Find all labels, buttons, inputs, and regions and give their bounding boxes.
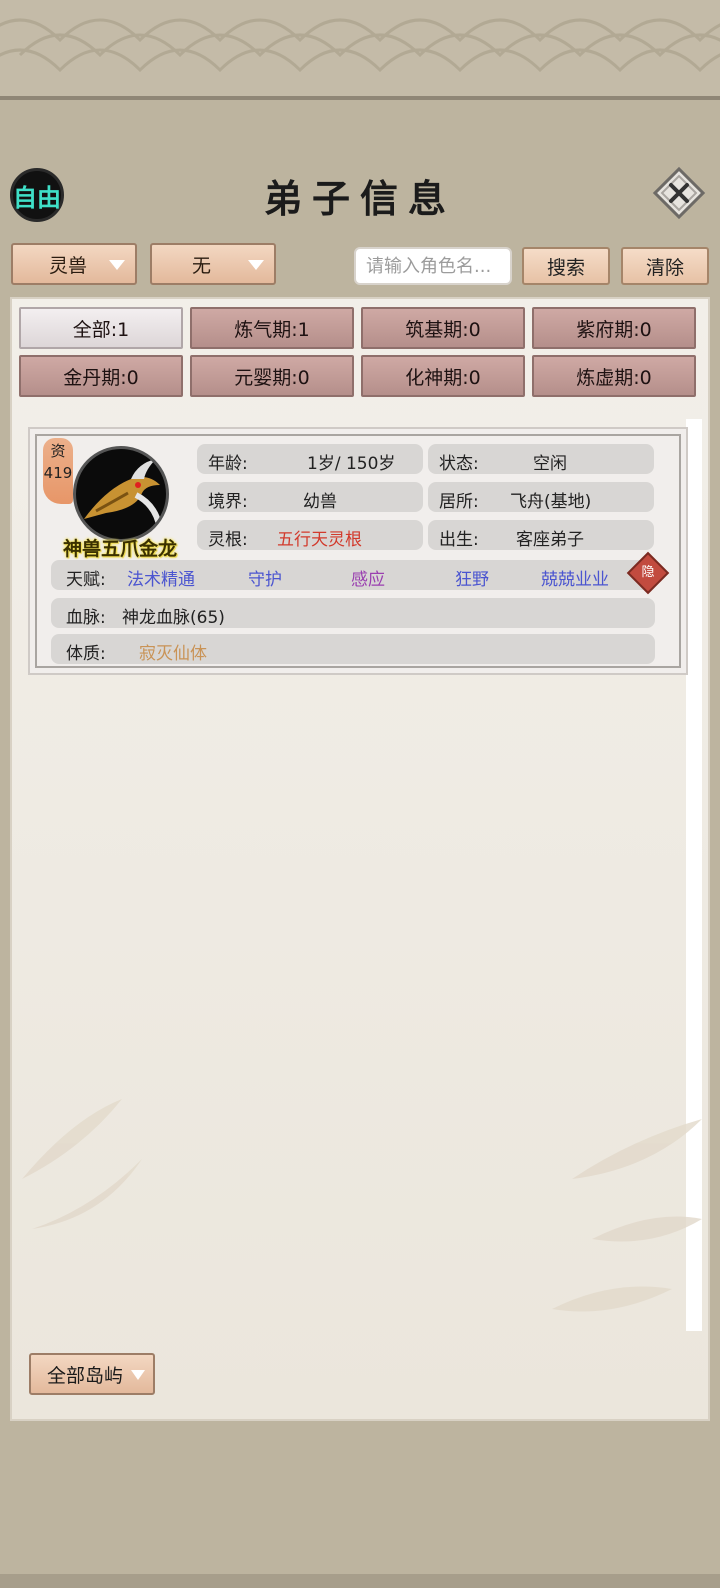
tab-all[interactable]: 全部:1 (19, 307, 183, 349)
close-button[interactable] (650, 164, 708, 222)
talents-field: 天赋: 法术精通 守护 感应 狂野 兢兢业业 (51, 560, 655, 590)
search-button[interactable]: 搜索 (522, 247, 610, 285)
status-label: 状态: (439, 454, 479, 474)
realm-field: 境界: 幼兽 (197, 482, 423, 512)
chevron-down-icon (248, 260, 264, 270)
talent-item[interactable]: 法术精通 (127, 565, 195, 590)
residence-field: 居所: 飞舟(基地) (428, 482, 654, 512)
residence-value: 飞舟(基地) (510, 492, 592, 512)
status-field: 状态: 空闲 (428, 444, 654, 474)
tab-qi-refining[interactable]: 炼气期:1 (190, 307, 354, 349)
close-x-icon (652, 166, 706, 220)
age-label: 年龄: (208, 454, 248, 474)
disciple-card[interactable]: 资 419 神兽五爪金龙 年龄: 1岁/ 150岁 状态: 空闲 境界: 幼兽 … (28, 427, 688, 675)
secondary-filter-dropdown[interactable]: 无 (150, 243, 276, 285)
chevron-down-icon (109, 260, 125, 270)
physique-field: 体质: 寂灭仙体 (51, 634, 655, 664)
search-input[interactable] (354, 247, 512, 285)
residence-label: 居所: (439, 492, 479, 512)
hide-label: 隐 (641, 565, 655, 580)
avatar (73, 446, 169, 542)
origin-field: 出生: 客座弟子 (428, 520, 654, 550)
card-frame: 资 419 神兽五爪金龙 年龄: 1岁/ 150岁 状态: 空闲 境界: 幼兽 … (35, 434, 681, 668)
bloodline-field: 血脉: 神龙血脉(65) (51, 598, 655, 628)
physique-value: 寂灭仙体 (139, 644, 207, 664)
realm-value: 幼兽 (303, 492, 337, 512)
aptitude-label: 资 (50, 442, 66, 460)
aptitude-badge: 资 419 (43, 438, 73, 504)
tab-spirit-transformation[interactable]: 化神期:0 (361, 355, 525, 397)
disciple-name: 神兽五爪金龙 (62, 538, 177, 560)
spirit-root-value: 五行天灵根 (277, 530, 362, 550)
talents-label: 天赋: (66, 570, 106, 590)
physique-label: 体质: (66, 644, 106, 664)
spirit-root-field: 灵根: 五行天灵根 (197, 520, 423, 550)
filter-toolbar: 灵兽 无 搜索 清除 (0, 243, 720, 287)
header: 自由 弟子信息 (0, 160, 720, 230)
island-filter-dropdown[interactable]: 全部岛屿 (29, 1353, 155, 1395)
status-value: 空闲 (533, 454, 567, 474)
type-filter-dropdown[interactable]: 灵兽 (11, 243, 137, 285)
top-decorative-band (0, 0, 720, 100)
clear-button[interactable]: 清除 (621, 247, 709, 285)
talent-item[interactable]: 守护 (248, 565, 282, 590)
origin-value: 客座弟子 (516, 530, 584, 550)
talent-item[interactable]: 感应 (351, 565, 385, 590)
dragon-portrait-icon (84, 459, 163, 530)
origin-label: 出生: (439, 530, 479, 550)
age-value: 1岁/ 150岁 (307, 454, 396, 474)
disciple-panel: 全部:1 炼气期:1 筑基期:0 紫府期:0 金丹期:0 元婴期:0 化神期:0… (10, 297, 710, 1421)
aptitude-value: 419 (43, 464, 73, 482)
age-field: 年龄: 1岁/ 150岁 (197, 444, 423, 474)
talent-item[interactable]: 兢兢业业 (541, 565, 609, 590)
tab-void-refining[interactable]: 炼虚期:0 (532, 355, 696, 397)
bloodline-value: 神龙血脉(65) (122, 608, 225, 628)
bottom-decorative-band (0, 1574, 720, 1588)
spirit-root-label: 灵根: (208, 530, 248, 550)
realm-label: 境界: (208, 492, 248, 512)
tab-golden-core[interactable]: 金丹期:0 (19, 355, 183, 397)
secondary-filter-value: 无 (192, 254, 212, 277)
talent-item[interactable]: 狂野 (455, 565, 489, 590)
wave-pattern (0, 18, 720, 73)
bamboo-decoration (22, 1099, 702, 1312)
page-title: 弟子信息 (263, 176, 456, 221)
chevron-down-icon (131, 1370, 145, 1380)
type-filter-value: 灵兽 (49, 254, 88, 277)
tab-nascent-soul[interactable]: 元婴期:0 (190, 355, 354, 397)
tab-foundation[interactable]: 筑基期:0 (361, 307, 525, 349)
bloodline-label: 血脉: (66, 608, 106, 628)
tab-purple-mansion[interactable]: 紫府期:0 (532, 307, 696, 349)
island-filter-value: 全部岛屿 (47, 1364, 124, 1387)
